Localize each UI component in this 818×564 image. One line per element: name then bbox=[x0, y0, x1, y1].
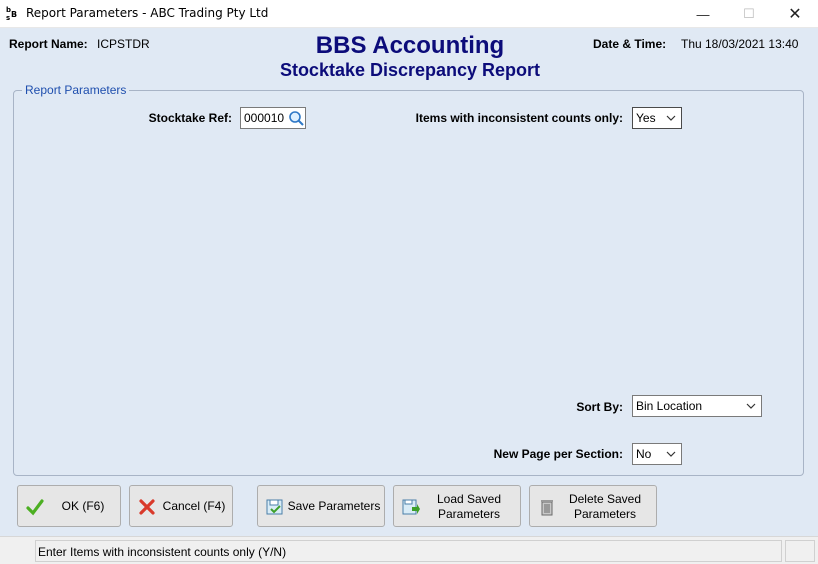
ok-button-label: OK (F6) bbox=[61, 499, 105, 513]
new-page-select[interactable]: No bbox=[632, 443, 682, 465]
group-legend: Report Parameters bbox=[22, 83, 130, 97]
chevron-down-icon bbox=[665, 112, 677, 124]
load-saved-label: Load Saved Parameters bbox=[424, 492, 514, 522]
stocktake-ref-input[interactable]: 000010 bbox=[240, 107, 306, 129]
window-title: Report Parameters - ABC Trading Pty Ltd bbox=[26, 6, 269, 20]
report-name-label: Report Name: bbox=[9, 37, 88, 51]
report-parameters-form: Report Name: ICPSTDR BBS Accounting Stoc… bbox=[0, 28, 818, 536]
maximize-button[interactable]: ☐ bbox=[726, 0, 772, 28]
save-parameters-label: Save Parameters bbox=[287, 499, 381, 513]
brand-title: BBS Accounting bbox=[315, 32, 505, 59]
delete-saved-label-line2: Parameters bbox=[573, 507, 637, 521]
load-saved-parameters-button[interactable]: Load Saved Parameters bbox=[393, 485, 521, 527]
report-parameters-group bbox=[13, 90, 804, 476]
svg-text:s: s bbox=[6, 14, 10, 21]
search-icon[interactable] bbox=[288, 110, 304, 126]
save-icon bbox=[266, 498, 284, 516]
inconsistent-counts-value: Yes bbox=[636, 111, 656, 125]
delete-saved-parameters-button[interactable]: Delete Saved Parameters bbox=[529, 485, 657, 527]
datetime-value: Thu 18/03/2021 13:40 bbox=[681, 37, 799, 51]
chevron-down-icon bbox=[745, 400, 757, 412]
status-bar: Enter Items with inconsistent counts onl… bbox=[0, 536, 818, 564]
minimize-button[interactable]: — bbox=[680, 0, 726, 28]
stocktake-ref-label: Stocktake Ref: bbox=[148, 111, 232, 125]
trash-icon bbox=[538, 498, 556, 516]
status-message: Enter Items with inconsistent counts onl… bbox=[35, 540, 782, 562]
cancel-button-label: Cancel (F4) bbox=[162, 499, 226, 513]
report-name-value: ICPSTDR bbox=[97, 37, 150, 51]
maximize-icon: ☐ bbox=[743, 6, 755, 21]
ok-button[interactable]: OK (F6) bbox=[17, 485, 121, 527]
delete-saved-label: Delete Saved Parameters bbox=[560, 492, 650, 522]
stocktake-ref-value: 000010 bbox=[244, 111, 285, 125]
new-page-label: New Page per Section: bbox=[493, 447, 623, 461]
close-button[interactable]: ✕ bbox=[772, 0, 818, 28]
close-icon: ✕ bbox=[788, 6, 802, 23]
save-parameters-button[interactable]: Save Parameters bbox=[257, 485, 385, 527]
checkmark-icon bbox=[26, 498, 44, 516]
load-saved-label-line1: Load Saved bbox=[436, 492, 502, 506]
svg-text:B: B bbox=[11, 10, 17, 19]
sort-by-value: Bin Location bbox=[636, 399, 703, 413]
minimize-icon: — bbox=[696, 6, 710, 22]
load-icon bbox=[402, 498, 420, 516]
sort-by-label: Sort By: bbox=[576, 400, 623, 414]
new-page-value: No bbox=[636, 447, 652, 461]
app-logo-icon: b B s bbox=[6, 5, 20, 22]
title-bar: b B s Report Parameters - ABC Trading Pt… bbox=[0, 0, 818, 28]
report-title: Stocktake Discrepancy Report bbox=[279, 60, 541, 80]
cancel-button[interactable]: Cancel (F4) bbox=[129, 485, 233, 527]
inconsistent-counts-select[interactable]: Yes bbox=[632, 107, 682, 129]
status-secondary-panel bbox=[785, 540, 815, 562]
cross-icon bbox=[138, 498, 156, 516]
datetime-label: Date & Time: bbox=[593, 37, 667, 51]
chevron-down-icon bbox=[665, 448, 677, 460]
inconsistent-counts-label: Items with inconsistent counts only: bbox=[415, 111, 623, 125]
delete-saved-label-line1: Delete Saved bbox=[568, 492, 642, 506]
load-saved-label-line2: Parameters bbox=[437, 507, 501, 521]
sort-by-select[interactable]: Bin Location bbox=[632, 395, 762, 417]
